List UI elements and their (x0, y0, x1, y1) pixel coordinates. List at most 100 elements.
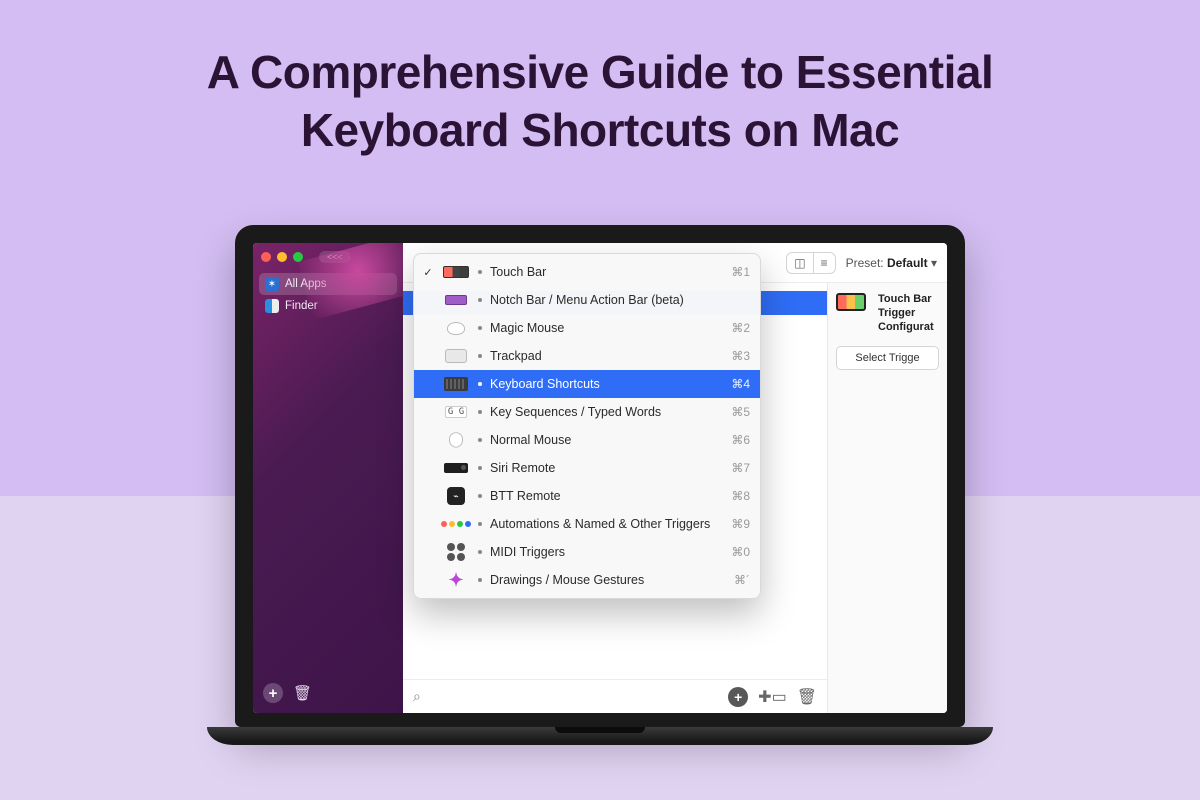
dropdown-item-label: BTT Remote (490, 489, 723, 503)
dropdown-item[interactable]: ✓Keyboard Shortcuts⌘4 (414, 370, 760, 398)
finder-icon (265, 299, 279, 313)
keyboard-icon (444, 377, 468, 391)
dropdown-item-label: Notch Bar / Menu Action Bar (beta) (490, 293, 742, 307)
dropdown-item-shortcut: ⌘5 (731, 405, 750, 419)
detail-title-line: Touch Bar (878, 293, 932, 305)
title-line-1: A Comprehensive Guide to Essential (207, 46, 994, 98)
right-detail-panel: Touch Bar Trigger Configurat Select Trig… (827, 283, 947, 713)
trigger-type-dropdown: ✓ Touch Bar ⌘1 ✓Notch Bar / Menu Action Bar… (413, 253, 761, 599)
title-line-2: Keyboard Shortcuts on Mac (301, 104, 899, 156)
automations-icon (441, 521, 471, 527)
sidebar-items: ✶ All Apps Finder (253, 269, 403, 673)
dropdown-item[interactable]: ✓⌁BTT Remote⌘8 (414, 482, 760, 510)
dropdown-item-label: Touch Bar (490, 265, 723, 279)
dropdown-item-shortcut: ⌘3 (731, 349, 750, 363)
touchbar-icon (443, 266, 469, 278)
dropdown-item-shortcut: ⌘8 (731, 489, 750, 503)
fullscreen-window-button[interactable] (293, 252, 303, 262)
sidebar-item-label: Finder (285, 300, 318, 312)
bullet-icon (478, 578, 482, 582)
window-controls: <<< (253, 243, 403, 269)
bullet-icon (478, 410, 482, 414)
checkmark-icon: ✓ (422, 266, 434, 279)
notch-icon (445, 295, 467, 305)
dropdown-item-label: Key Sequences / Typed Words (490, 405, 723, 419)
detail-title-line: Configurat (878, 321, 934, 333)
column-view-icon[interactable]: ◫ (787, 253, 812, 273)
preset-selector[interactable]: Preset: Default ▾ (846, 256, 937, 270)
dropdown-item-shortcut: ⌘4 (731, 377, 750, 391)
app-window: <<< ✶ All Apps Finder + (253, 243, 947, 713)
bullet-icon (478, 354, 482, 358)
mouse-icon (449, 432, 463, 447)
list-view-icon[interactable]: ≡ (813, 253, 835, 273)
dropdown-item-label: Siri Remote (490, 461, 723, 475)
dropdown-item[interactable]: ✓Automations & Named & Other Triggers⌘9 (414, 510, 760, 538)
delete-trigger-button[interactable]: 🗑 (797, 687, 817, 707)
dropdown-item[interactable]: ✓Notch Bar / Menu Action Bar (beta) (414, 286, 760, 314)
dropdown-item[interactable]: ✓Siri Remote⌘7 (414, 454, 760, 482)
view-mode-toggle[interactable]: ◫ ≡ (786, 252, 835, 274)
search-icon[interactable]: ⌕ (413, 688, 421, 705)
bullet-icon (478, 270, 482, 274)
dropdown-item-shortcut: ⌘0 (731, 545, 750, 559)
dropdown-item[interactable]: ✓Normal Mouse⌘6 (414, 426, 760, 454)
back-button[interactable]: <<< (319, 251, 351, 263)
bullet-icon (478, 438, 482, 442)
dropdown-item[interactable]: ✓MIDI Triggers⌘0 (414, 538, 760, 566)
close-window-button[interactable] (261, 252, 271, 262)
dropdown-item-shortcut: ⌘2 (731, 321, 750, 335)
laptop-bezel: <<< ✶ All Apps Finder + (235, 225, 965, 727)
dropdown-item-label: Drawings / Mouse Gestures (490, 573, 726, 587)
sidebar-bottom-toolbar: + 🗑 (253, 673, 403, 713)
page-title: A Comprehensive Guide to Essential Keybo… (0, 0, 1200, 159)
add-folder-button[interactable]: ✚▭ (758, 687, 787, 707)
sidebar-item-finder[interactable]: Finder (259, 295, 397, 317)
minimize-window-button[interactable] (277, 252, 287, 262)
bullet-icon (478, 298, 482, 302)
dropdown-item[interactable]: ✓ Touch Bar ⌘1 (414, 258, 760, 286)
touchbar-icon (836, 293, 866, 311)
dropdown-item[interactable]: ✓✦Drawings / Mouse Gestures⌘´ (414, 566, 760, 594)
dropdown-item-label: Trackpad (490, 349, 723, 363)
sidebar-item-all-apps[interactable]: ✶ All Apps (259, 273, 397, 295)
dropdown-item-label: Keyboard Shortcuts (490, 377, 723, 391)
bullet-icon (478, 550, 482, 554)
globe-icon: ✶ (265, 277, 279, 291)
laptop-base (207, 727, 993, 745)
gesture-icon: ✦ (448, 570, 463, 591)
dropdown-item-label: MIDI Triggers (490, 545, 723, 559)
dropdown-item[interactable]: ✓Magic Mouse⌘2 (414, 314, 760, 342)
btt-remote-icon: ⌁ (447, 487, 465, 505)
preset-prefix: Preset: (846, 256, 884, 270)
main-bottom-toolbar: ⌕ + ✚▭ 🗑 (403, 679, 827, 713)
preset-name: Default (887, 256, 928, 270)
dropdown-item-label: Magic Mouse (490, 321, 723, 335)
select-trigger-button[interactable]: Select Trigge (836, 346, 939, 370)
magic-mouse-icon (447, 322, 465, 335)
sidebar-item-label: All Apps (285, 278, 327, 290)
midi-icon (447, 543, 465, 561)
add-app-button[interactable]: + (263, 683, 283, 703)
detail-title: Touch Bar Trigger Configurat (878, 293, 934, 334)
dropdown-item[interactable]: ✓Trackpad⌘3 (414, 342, 760, 370)
bullet-icon (478, 326, 482, 330)
delete-app-button[interactable]: 🗑 (293, 684, 312, 702)
dropdown-item-shortcut: ⌘6 (731, 433, 750, 447)
bullet-icon (478, 382, 482, 386)
dropdown-item[interactable]: ✓G GKey Sequences / Typed Words⌘5 (414, 398, 760, 426)
siri-remote-icon (444, 463, 468, 473)
key-sequence-icon: G G (445, 406, 467, 418)
add-trigger-button[interactable]: + (728, 687, 748, 707)
sidebar: <<< ✶ All Apps Finder + (253, 243, 403, 713)
laptop-mockup: <<< ✶ All Apps Finder + (235, 225, 965, 745)
dropdown-item-shortcut: ⌘´ (734, 573, 750, 587)
dropdown-item-shortcut: ⌘9 (731, 517, 750, 531)
dropdown-item-label: Normal Mouse (490, 433, 723, 447)
trackpad-icon (445, 349, 467, 363)
bullet-icon (478, 466, 482, 470)
dropdown-item-shortcut: ⌘1 (731, 265, 750, 279)
detail-title-line: Trigger (878, 307, 915, 319)
dropdown-item-label: Automations & Named & Other Triggers (490, 517, 723, 531)
laptop-hinge-notch (555, 727, 645, 733)
